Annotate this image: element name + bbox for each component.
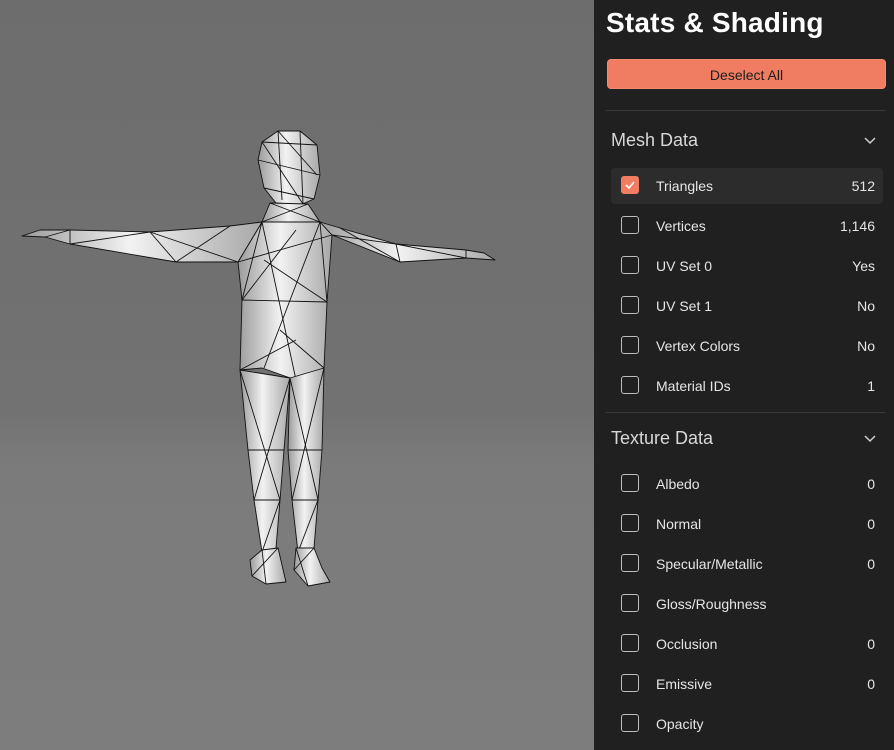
row-label: Vertices <box>656 218 706 234</box>
texture-row-emissive[interactable]: Emissive 0 <box>611 666 883 702</box>
row-value: 0 <box>867 556 875 572</box>
row-value: 512 <box>851 178 875 194</box>
row-label: Triangles <box>656 178 714 194</box>
deselect-all-button[interactable]: Deselect All <box>607 59 886 89</box>
mesh-row-uv-set-1[interactable]: UV Set 1 No <box>611 288 883 324</box>
row-value: 0 <box>867 516 875 532</box>
row-value: Yes <box>852 258 875 274</box>
checkbox[interactable] <box>621 376 639 394</box>
texture-row-specular-metallic[interactable]: Specular/Metallic 0 <box>611 546 883 582</box>
texture-row-occlusion[interactable]: Occlusion 0 <box>611 626 883 662</box>
texture-row-normal[interactable]: Normal 0 <box>611 506 883 542</box>
row-label: Normal <box>656 516 702 532</box>
row-label: UV Set 1 <box>656 298 713 314</box>
row-label: Opacity <box>656 716 704 732</box>
texture-row-albedo[interactable]: Albedo 0 <box>611 466 883 502</box>
chevron-down-icon <box>864 435 876 443</box>
row-value: No <box>857 338 875 354</box>
checkbox[interactable] <box>621 674 639 692</box>
section-title: Mesh Data <box>611 130 699 150</box>
row-value: 0 <box>867 676 875 692</box>
mesh-row-material-ids[interactable]: Material IDs 1 <box>611 368 883 404</box>
row-label: Specular/Metallic <box>656 556 763 572</box>
row-label: UV Set 0 <box>656 258 713 274</box>
mesh-row-triangles[interactable]: Triangles 512 <box>611 168 883 204</box>
checkbox[interactable] <box>621 336 639 354</box>
divider <box>606 110 886 111</box>
checkbox[interactable] <box>621 474 639 492</box>
row-label: Vertex Colors <box>656 338 741 354</box>
stats-shading-panel: Stats & Shading Deselect All Mesh Data T… <box>594 0 894 750</box>
row-label: Emissive <box>656 676 713 692</box>
chevron-down-icon <box>864 137 876 145</box>
3d-viewport[interactable] <box>0 0 594 750</box>
texture-row-opacity[interactable]: Opacity <box>611 706 883 742</box>
row-value: 1 <box>867 378 875 394</box>
mesh-data-section-header[interactable]: Mesh Data <box>594 120 894 160</box>
checkbox[interactable] <box>621 554 639 572</box>
row-value: 0 <box>867 636 875 652</box>
section-title: Texture Data <box>611 428 714 448</box>
texture-data-section-header[interactable]: Texture Data <box>594 418 894 458</box>
mesh-row-uv-set-0[interactable]: UV Set 0 Yes <box>611 248 883 284</box>
checkbox[interactable] <box>621 514 639 532</box>
checkbox[interactable] <box>621 296 639 314</box>
row-value: 1,146 <box>839 218 875 234</box>
checkmark-icon <box>625 181 635 190</box>
checkbox[interactable] <box>621 594 639 612</box>
row-value: 0 <box>867 476 875 492</box>
row-label: Material IDs <box>656 378 731 394</box>
checkbox[interactable] <box>621 634 639 652</box>
row-value: No <box>857 298 875 314</box>
row-label: Gloss/Roughness <box>656 596 767 612</box>
mesh-row-vertex-colors[interactable]: Vertex Colors No <box>611 328 883 364</box>
row-label: Occlusion <box>656 636 718 652</box>
character-model <box>0 130 594 587</box>
row-label: Albedo <box>656 476 700 492</box>
checkbox[interactable] <box>621 256 639 274</box>
texture-row-gloss-roughness[interactable]: Gloss/Roughness <box>611 586 883 622</box>
checkbox[interactable] <box>621 714 639 732</box>
checkbox[interactable] <box>621 176 639 194</box>
panel-title: Stats & Shading <box>606 7 824 38</box>
divider <box>606 412 886 413</box>
mesh-row-vertices[interactable]: Vertices 1,146 <box>611 208 883 244</box>
checkbox[interactable] <box>621 216 639 234</box>
